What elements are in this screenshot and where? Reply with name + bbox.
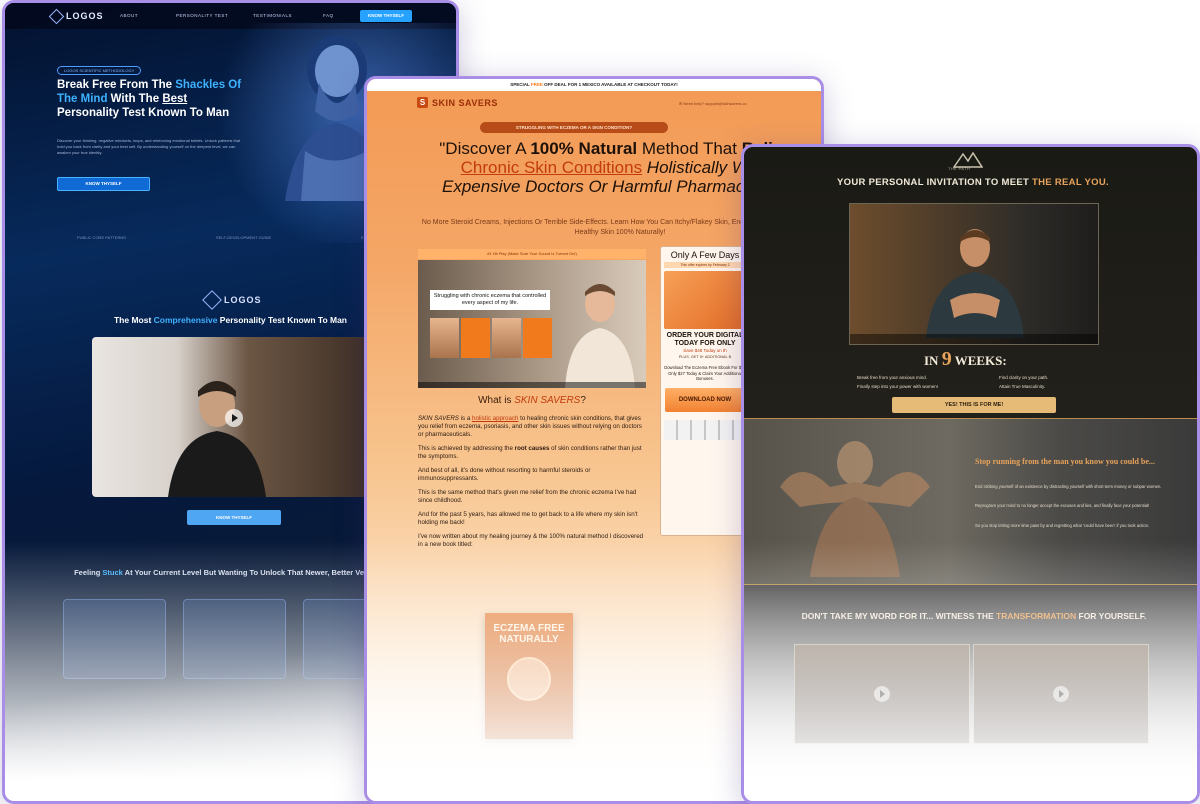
offer-heading: Only A Few Days — [670, 250, 740, 260]
video-thumbnails — [430, 318, 552, 358]
ebook-cover: ECZEMA FREE NATURALLY — [485, 613, 573, 739]
skin-savers-logo-icon: S — [417, 97, 428, 108]
section-brand-text: LOGOS — [224, 295, 262, 305]
testimonial-video[interactable] — [794, 644, 970, 744]
video-know-thyself-button[interactable]: KNOW THYSELF — [187, 510, 281, 525]
face-thumbnail — [523, 318, 552, 358]
path-headline: YOUR PERSONAL INVITATION TO MEET THE REA… — [837, 177, 1109, 188]
band-paragraph: Reprogram your mind to no longer accept … — [975, 503, 1150, 508]
presenter-image — [168, 381, 266, 497]
benefit-item: Finally step into your power with women! — [857, 384, 939, 389]
skin-video[interactable]: Struggling with chronic eczema that cont… — [418, 260, 646, 388]
presenter-image — [926, 229, 1024, 338]
play-icon[interactable] — [874, 686, 890, 702]
benefit-item: Break free from your anxious mind. — [857, 375, 928, 380]
presenter-image — [565, 284, 635, 388]
benefit-item: Find clarity on your path. — [999, 375, 1049, 380]
path-video[interactable] — [849, 203, 1099, 345]
stop-running-heading: Stop running from the man you know you c… — [975, 457, 1155, 466]
feature-item: PUBLIC CORE PATTERNS — [77, 235, 126, 240]
intro-video[interactable] — [92, 337, 375, 497]
play-icon[interactable] — [225, 409, 243, 427]
hero-badge: LOGOS SCIENTIFIC METHODOLOGY — [57, 66, 142, 75]
nav-item-personality-test[interactable]: PERSONALITY TEST — [176, 13, 228, 18]
band-paragraph: So you stop letting more time pass by an… — [975, 523, 1150, 528]
nav-item-about[interactable]: ABOUT — [120, 13, 138, 18]
section-logo: LOGOS — [202, 290, 262, 310]
flexing-man-image — [780, 441, 930, 577]
play-icon[interactable] — [1053, 686, 1069, 702]
download-now-button[interactable]: DOWNLOAD NOW — [665, 387, 745, 412]
nav-cta-button[interactable]: KNOW THYSELF — [360, 10, 412, 22]
video-controls[interactable] — [850, 334, 1098, 344]
hero-paragraph: Discover your thinking, negative mindset… — [57, 138, 241, 155]
payment-cards-icon — [664, 419, 746, 440]
mountain-logo-icon[interactable] — [953, 150, 983, 168]
beliefs-heading: WHEN YOUR BELIEFS ABOUT YOURSELF CHANGE,… — [848, 783, 1100, 792]
support-contact[interactable]: ✉ Need help? support@skinsavers.co — [679, 101, 747, 106]
body-paragraph: And best of all, it's done without resor… — [418, 467, 591, 482]
face-thumbnail — [461, 318, 490, 358]
band-paragraph: End robbing yourself of an existence by … — [975, 484, 1162, 489]
struggling-banner: STRUGGLING WITH ECZEMA OR A SKIN CONDITI… — [480, 122, 668, 133]
benefit-item: Attain True Masculinity. — [999, 384, 1046, 389]
beach-band — [744, 418, 1197, 585]
download-description: Download The Eczema Free Ebook For $47 O… — [664, 365, 746, 381]
the-path-landing-page: THE PATH YOUR PERSONAL INVITATION TO MEE… — [741, 144, 1200, 804]
offer-expiry: This offer expires by February 2 — [664, 262, 746, 268]
testimonials-heading: DON'T TAKE MY WORD FOR IT... WITNESS THE… — [801, 611, 1147, 621]
product-bundle-image — [664, 271, 746, 329]
nav-item-faq[interactable]: FAQ — [323, 13, 334, 18]
video-label: #1 Hit Play (Make Sure Your Sound Is Tur… — [418, 249, 646, 259]
face-thumbnail — [492, 318, 521, 358]
logos-nav-brand: LOGOS — [66, 11, 104, 21]
order-text: ORDER YOUR DIGITAL TODAY FOR ONLY — [666, 332, 744, 347]
weeks-heading: IN 9 WEEKS: — [924, 348, 1007, 370]
video-caption: Struggling with chronic eczema that cont… — [430, 290, 550, 310]
body-paragraph: And for the past 5 years, has allowed me… — [418, 511, 638, 526]
bonus-text: PLUS, GET 5+ ADDITIONAL B — [678, 355, 732, 359]
testimonial-video[interactable] — [973, 644, 1149, 744]
hero-headline: Break Free From The Shackles Of The Mind… — [57, 79, 242, 119]
feature-tile — [63, 599, 166, 679]
skin-brand-name: SKIN SAVERS — [432, 97, 498, 108]
ebook-cover-image — [507, 657, 551, 701]
feature-strip: PUBLIC CORE PATTERNS SELF-DEVELOPMENT GU… — [77, 235, 397, 240]
body-paragraph: I've now written about my healing journe… — [418, 533, 644, 548]
promo-topbar: SPECIAL FREE OFF DEAL FOR 1 MEXICO AVAIL… — [367, 79, 821, 91]
offer-sidebar: Only A Few Days This offer expires by Fe… — [660, 246, 750, 536]
path-brand: THE PATH — [948, 167, 971, 171]
savings-text: Save $48 Today on th — [683, 348, 727, 353]
body-paragraph: SKIN SAVERS is a holistic approach to he… — [418, 415, 642, 438]
logos-diamond-icon — [48, 8, 65, 24]
body-paragraph: This is the same method that's given me … — [418, 489, 637, 504]
video-progress-bar[interactable] — [418, 382, 646, 388]
feature-tiles — [63, 599, 406, 679]
body-paragraph: This is achieved by addressing the root … — [418, 445, 642, 460]
ebook-title: ECZEMA FREE NATURALLY — [493, 623, 565, 645]
logos-diamond-icon — [202, 290, 222, 310]
hero-know-thyself-button[interactable]: KNOW THYSELF — [57, 177, 150, 191]
what-is-heading: What is SKIN SAVERS? — [478, 395, 586, 406]
face-thumbnail — [430, 318, 459, 358]
skin-body-text: SKIN SAVERS is a holistic approach to he… — [418, 415, 648, 555]
feature-item: SELF-DEVELOPMENT GUIDE — [215, 235, 272, 240]
nav-item-testimonials[interactable]: TESTIMONIALS — [253, 13, 292, 18]
feature-tile — [183, 599, 286, 679]
skin-header-logo[interactable]: S SKIN SAVERS — [417, 97, 498, 108]
yes-for-me-button[interactable]: YES! THIS IS FOR ME! — [892, 397, 1056, 413]
logos-nav-logo[interactable]: LOGOS — [48, 8, 104, 24]
